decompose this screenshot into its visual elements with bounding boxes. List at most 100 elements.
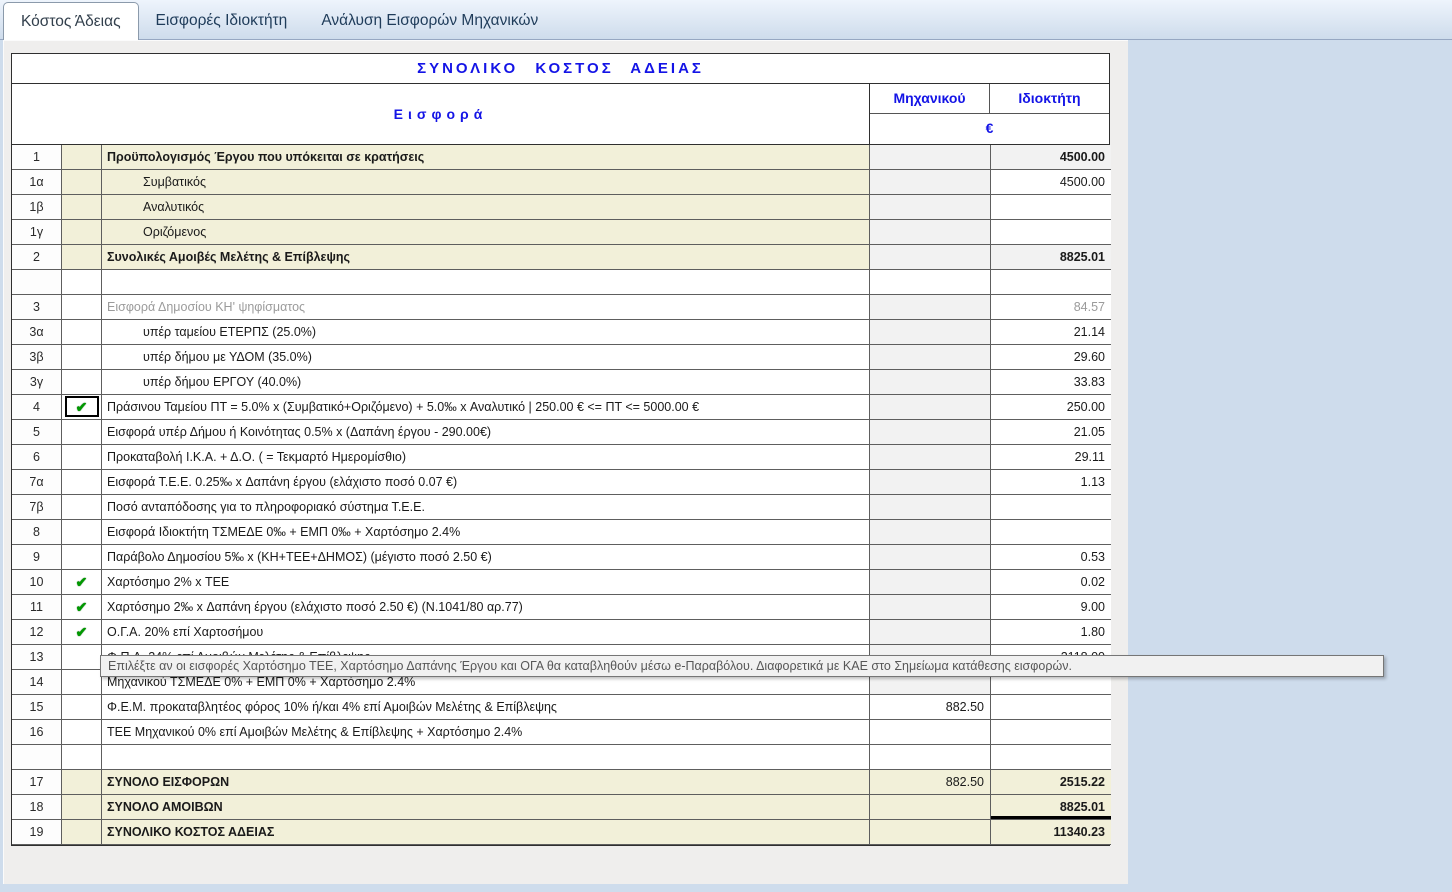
table-row: 16ΤΕΕ Μηχανικού 0% επί Αμοιβών Μελέτης &… xyxy=(12,720,1109,745)
checkbox-cell[interactable] xyxy=(62,495,102,520)
check-icon: ✔ xyxy=(76,399,88,415)
contribution-description: Εισφορά Ιδιοκτήτη ΤΣΜΕΔΕ 0‰ + ΕΜΠ 0‰ + Χ… xyxy=(102,520,870,545)
owner-amount-cell[interactable]: 1.13 xyxy=(991,470,1111,495)
checkbox-checked[interactable]: ✔ xyxy=(62,620,102,645)
checkbox-cell[interactable] xyxy=(62,370,102,395)
engineer-amount-cell[interactable] xyxy=(870,320,991,345)
owner-amount-cell[interactable] xyxy=(991,195,1111,220)
engineer-amount-cell[interactable] xyxy=(870,295,991,320)
contribution-description: Χαρτόσημο 2‰ x Δαπάνη έργου (ελάχιστο πο… xyxy=(102,595,870,620)
tab-cost-of-permit[interactable]: Κόστος Άδειας xyxy=(3,2,139,40)
owner-amount-cell[interactable]: 33.83 xyxy=(991,370,1111,395)
engineer-amount-cell[interactable]: 882.50 xyxy=(870,770,991,795)
table-row: 1αΣυμβατικός4500.00 xyxy=(12,170,1109,195)
checkbox-checked[interactable]: ✔ xyxy=(62,570,102,595)
owner-amount-cell[interactable]: 2515.22 xyxy=(991,770,1111,795)
checkbox-cell[interactable] xyxy=(62,470,102,495)
engineer-amount-cell[interactable] xyxy=(870,220,991,245)
checkbox-cell[interactable] xyxy=(62,795,102,820)
owner-amount-cell[interactable] xyxy=(991,520,1111,545)
tab-owner-contributions[interactable]: Εισφορές Ιδιοκτήτη xyxy=(139,3,305,39)
engineer-amount-cell[interactable] xyxy=(870,345,991,370)
focused-checkbox[interactable]: ✔ xyxy=(65,396,99,417)
contribution-description: Χαρτόσημο 2% x ΤΕΕ xyxy=(102,570,870,595)
checkbox-checked[interactable]: ✔ xyxy=(62,395,102,420)
checkbox-cell[interactable] xyxy=(62,145,102,170)
engineer-amount-cell[interactable] xyxy=(870,620,991,645)
owner-amount-cell[interactable]: 9.00 xyxy=(991,595,1111,620)
checkbox-cell[interactable] xyxy=(62,220,102,245)
checkbox-cell[interactable] xyxy=(62,245,102,270)
engineer-amount-cell[interactable] xyxy=(870,445,991,470)
checkbox-cell[interactable] xyxy=(62,195,102,220)
table-row: 3γυπέρ δήμου ΕΡΓΟΥ (40.0%)33.83 xyxy=(12,370,1109,395)
checkbox-cell[interactable] xyxy=(62,170,102,195)
engineer-amount-cell[interactable] xyxy=(870,245,991,270)
table-row: 10✔Χαρτόσημο 2% x ΤΕΕ0.02 xyxy=(12,570,1109,595)
engineer-amount-cell[interactable] xyxy=(870,470,991,495)
engineer-amount-cell[interactable] xyxy=(870,820,991,845)
table-row: 7αΕισφορά Τ.Ε.Ε. 0.25‰ x Δαπάνη έργου (ε… xyxy=(12,470,1109,495)
checkbox-cell[interactable] xyxy=(62,520,102,545)
engineer-amount-cell[interactable] xyxy=(870,395,991,420)
engineer-amount-cell[interactable] xyxy=(870,545,991,570)
engineer-amount-cell[interactable] xyxy=(870,495,991,520)
checkbox-cell[interactable] xyxy=(62,820,102,845)
owner-amount-cell[interactable]: 4500.00 xyxy=(991,145,1111,170)
owner-amount-cell[interactable]: 0.02 xyxy=(991,570,1111,595)
owner-amount-cell[interactable]: 250.00 xyxy=(991,395,1111,420)
checkbox-cell[interactable] xyxy=(62,345,102,370)
owner-amount-cell[interactable] xyxy=(991,695,1111,720)
checkbox-cell[interactable] xyxy=(62,645,102,670)
row-number: 7α xyxy=(12,470,62,495)
owner-amount-cell[interactable] xyxy=(991,495,1111,520)
engineer-amount-cell[interactable] xyxy=(870,145,991,170)
checkbox-cell[interactable] xyxy=(62,720,102,745)
owner-amount-cell[interactable]: 29.60 xyxy=(991,345,1111,370)
table-row: 1γΟριζόμενος xyxy=(12,220,1109,245)
table-row: 11✔Χαρτόσημο 2‰ x Δαπάνη έργου (ελάχιστο… xyxy=(12,595,1109,620)
checkbox-cell[interactable] xyxy=(62,420,102,445)
engineer-amount-cell[interactable] xyxy=(870,420,991,445)
checkbox-cell[interactable] xyxy=(62,295,102,320)
owner-amount-cell[interactable]: 8825.01 xyxy=(991,795,1111,820)
owner-amount-cell[interactable]: 84.57 xyxy=(991,295,1111,320)
row-number: 3α xyxy=(12,320,62,345)
table-row: 2Συνολικές Αμοιβές Μελέτης & Επίβλεψης88… xyxy=(12,245,1109,270)
contribution-description: Προκαταβολή Ι.Κ.Α. + Δ.Ο. ( = Τεκμαρτό Η… xyxy=(102,445,870,470)
owner-amount-cell[interactable]: 21.05 xyxy=(991,420,1111,445)
table-title: ΣΥΝΟΛΙΚΟ ΚΟΣΤΟΣ ΑΔΕΙΑΣ xyxy=(12,54,1109,84)
checkbox-cell[interactable] xyxy=(62,670,102,695)
engineer-amount-cell[interactable] xyxy=(870,370,991,395)
checkbox-cell[interactable] xyxy=(62,770,102,795)
owner-amount-cell[interactable] xyxy=(991,220,1111,245)
header-currency-euro: € xyxy=(870,114,1109,144)
engineer-amount-cell[interactable]: 882.50 xyxy=(870,695,991,720)
owner-amount-cell[interactable]: 1.80 xyxy=(991,620,1111,645)
engineer-amount-cell[interactable] xyxy=(870,570,991,595)
owner-amount-cell xyxy=(991,270,1111,295)
owner-amount-cell[interactable]: 4500.00 xyxy=(991,170,1111,195)
engineer-amount-cell[interactable] xyxy=(870,595,991,620)
engineer-amount-cell[interactable] xyxy=(870,520,991,545)
engineer-amount-cell[interactable] xyxy=(870,195,991,220)
owner-amount-cell[interactable] xyxy=(991,720,1111,745)
table-row: 3αυπέρ ταμείου ΕΤΕΡΠΣ (25.0%)21.14 xyxy=(12,320,1109,345)
owner-amount-cell[interactable]: 0.53 xyxy=(991,545,1111,570)
tab-engineer-contributions-analysis[interactable]: Ανάλυση Εισφορών Μηχανικών xyxy=(304,3,555,39)
checkbox-cell[interactable] xyxy=(62,545,102,570)
engineer-amount-cell[interactable] xyxy=(870,720,991,745)
owner-amount-cell[interactable]: 11340.23 xyxy=(991,820,1111,845)
owner-amount-cell[interactable]: 21.14 xyxy=(991,320,1111,345)
owner-amount-cell[interactable]: 8825.01 xyxy=(991,245,1111,270)
checkbox-checked[interactable]: ✔ xyxy=(62,595,102,620)
check-icon: ✔ xyxy=(76,599,88,615)
checkbox-cell[interactable] xyxy=(62,445,102,470)
checkbox-cell[interactable] xyxy=(62,695,102,720)
engineer-amount-cell[interactable] xyxy=(870,170,991,195)
row-number: 1 xyxy=(12,145,62,170)
engineer-amount-cell[interactable] xyxy=(870,795,991,820)
contribution-description: Προϋπολογισμός Έργου που υπόκειται σε κρ… xyxy=(102,145,870,170)
checkbox-cell[interactable] xyxy=(62,320,102,345)
owner-amount-cell[interactable]: 29.11 xyxy=(991,445,1111,470)
